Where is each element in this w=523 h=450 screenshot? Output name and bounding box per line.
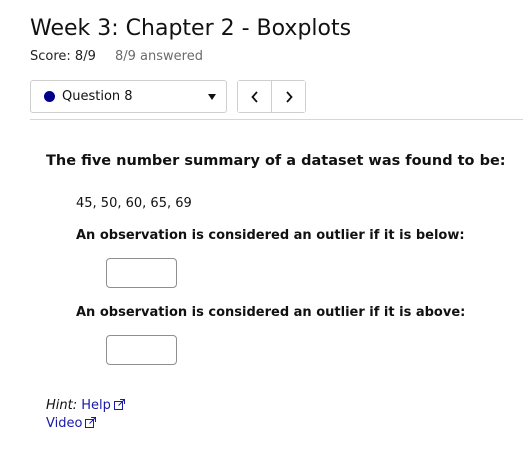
above-outlier-label: An observation is considered an outlier … xyxy=(76,305,466,320)
question-select-label: Question 8 xyxy=(62,89,133,104)
question-arrows xyxy=(237,80,306,113)
hint-section: Hint: Help Video xyxy=(46,397,125,433)
question-status-dot xyxy=(44,91,55,102)
question-nav: Question 8 xyxy=(30,80,306,113)
question-prompt: The five number summary of a dataset was… xyxy=(46,153,506,169)
divider xyxy=(30,119,523,120)
hint-label: Hint: xyxy=(46,398,78,413)
above-answer-input[interactable] xyxy=(106,335,177,365)
question-select[interactable]: Question 8 xyxy=(30,80,227,113)
external-link-icon xyxy=(113,399,125,410)
below-answer-input[interactable] xyxy=(106,258,177,288)
answered-count: 8/9 answered xyxy=(115,49,203,64)
caret-down-icon xyxy=(208,93,216,100)
score-row: Score: 8/9 8/9 answered xyxy=(30,49,203,64)
score-text: Score: 8/9 xyxy=(30,49,96,64)
chevron-left-icon xyxy=(250,90,258,103)
video-link[interactable]: Video xyxy=(46,416,97,431)
below-outlier-label: An observation is considered an outlier … xyxy=(76,228,465,243)
help-link[interactable]: Help xyxy=(81,398,125,413)
help-link-label: Help xyxy=(81,398,111,413)
previous-question-button[interactable] xyxy=(238,81,271,112)
next-question-button[interactable] xyxy=(271,81,305,112)
video-link-label: Video xyxy=(46,416,83,431)
chevron-right-icon xyxy=(285,90,293,103)
external-link-icon xyxy=(85,417,97,428)
five-number-summary: 45, 50, 60, 65, 69 xyxy=(76,196,192,211)
page-title: Week 3: Chapter 2 - Boxplots xyxy=(30,16,352,41)
